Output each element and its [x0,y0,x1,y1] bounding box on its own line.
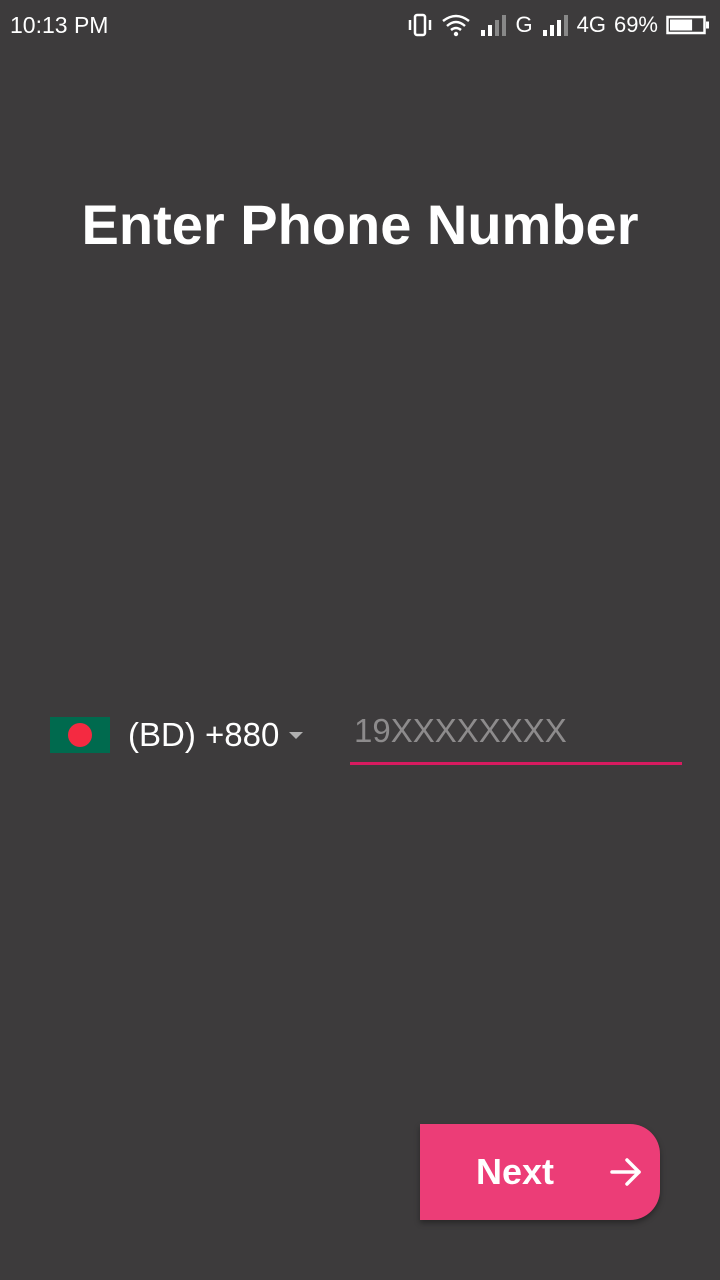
next-button-label: Next [475,1151,555,1192]
status-bar: 10:13 PM G 4G 69% [0,0,720,50]
signal-icon [541,13,569,37]
battery-icon [666,14,710,36]
bangladesh-flag-icon [50,717,110,753]
battery-percent: 69% [613,12,658,37]
network-label-1: G [515,12,533,37]
phone-entry-screen: 10:13 PM G 4G 69% Enter Phone Number (BD… [0,0,720,1280]
country-dial-code: (BD) +880 [128,716,280,753]
phone-number-input[interactable] [350,700,682,762]
network-label-2: 4G [576,12,606,37]
page-title: Enter Phone Number [81,193,639,256]
chevron-down-icon [289,731,304,739]
flag-disc [68,723,92,747]
phone-input-underline [350,700,682,765]
vibrate-icon [407,13,433,37]
wifi-icon [441,13,471,37]
status-icons: G 4G 69% [407,12,710,38]
country-code-picker[interactable]: (BD) +880 [50,710,304,760]
signal-icon [479,13,507,37]
phone-number-row: (BD) +880 [50,700,682,770]
arrow-right-icon [608,1154,644,1193]
next-button[interactable]: Next [420,1124,660,1220]
status-time: 10:13 PM [10,11,109,38]
